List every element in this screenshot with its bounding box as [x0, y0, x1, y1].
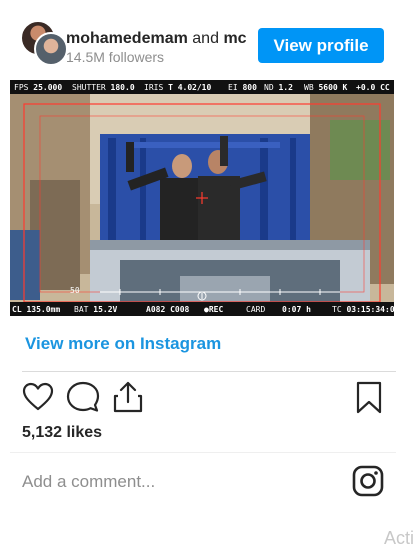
ei-value: 800 [242, 83, 257, 92]
lens-value: CL 135.0mm [12, 305, 61, 314]
fps-label: FPS [14, 83, 29, 92]
second-username-link[interactable]: mc [223, 30, 246, 47]
avatar-group[interactable] [20, 20, 68, 68]
instagram-icon[interactable] [352, 465, 384, 497]
camera-hud-bottom: CL 135.0mm BAT 15.2V A082 C008 ●REC CARD… [10, 302, 394, 316]
battery-value: 15.2V [93, 305, 118, 314]
likes-count[interactable]: 5,132 likes [22, 424, 102, 442]
battery-label: BAT [74, 305, 89, 314]
and-text: and [192, 30, 219, 47]
instagram-embed: mohamedemam and mc 14.5M followers View … [0, 0, 406, 546]
ei-label: EI [228, 83, 238, 92]
usernames[interactable]: mohamedemam and mc [66, 30, 256, 48]
timecode: 03:15:34:03 [346, 305, 394, 314]
heart-icon[interactable] [22, 382, 54, 412]
add-comment-input[interactable]: Add a comment... [22, 472, 155, 492]
post-image[interactable]: FPS 25.000 SHUTTER 180.0 IRIS T 4.0 2/10… [10, 80, 394, 316]
divider [22, 371, 396, 372]
username-link[interactable]: mohamedemam [66, 30, 188, 47]
page-margin [406, 0, 418, 546]
card-label: CARD [246, 305, 266, 314]
iris-label: IRIS [144, 83, 164, 92]
tc-label: TC [332, 305, 342, 314]
nd-label: ND [264, 83, 274, 92]
comment-icon[interactable] [66, 381, 100, 413]
camera-monitor-frame [10, 80, 394, 316]
scale-marker: 50 [70, 286, 80, 295]
avatar[interactable] [34, 32, 68, 66]
view-more-link[interactable]: View more on Instagram [25, 334, 221, 354]
cc-value: +0.0 CC [356, 83, 390, 92]
iris-value: T 4.0 [168, 83, 193, 92]
rec-indicator: ●REC [204, 305, 224, 314]
view-profile-button[interactable]: View profile [258, 28, 384, 63]
card-time: 0:07 h [282, 305, 311, 314]
divider [10, 452, 396, 453]
iris-stop: 2/10 [192, 83, 212, 92]
wb-value: 5600 K [318, 83, 348, 92]
share-icon[interactable] [112, 380, 144, 414]
followers-count: 14.5M followers [66, 49, 165, 65]
shutter-value: 180.0 [110, 83, 135, 92]
shutter-label: SHUTTER [72, 83, 106, 92]
post-header: mohamedemam and mc 14.5M followers View … [0, 0, 406, 78]
wb-label: WB [304, 83, 314, 92]
nd-value: 1.2 [278, 83, 293, 92]
camera-hud-top: FPS 25.000 SHUTTER 180.0 IRIS T 4.0 2/10… [10, 80, 394, 94]
clip-value: A082 C008 [146, 305, 190, 314]
bookmark-icon[interactable] [355, 381, 383, 415]
fps-value: 25.000 [33, 83, 63, 92]
